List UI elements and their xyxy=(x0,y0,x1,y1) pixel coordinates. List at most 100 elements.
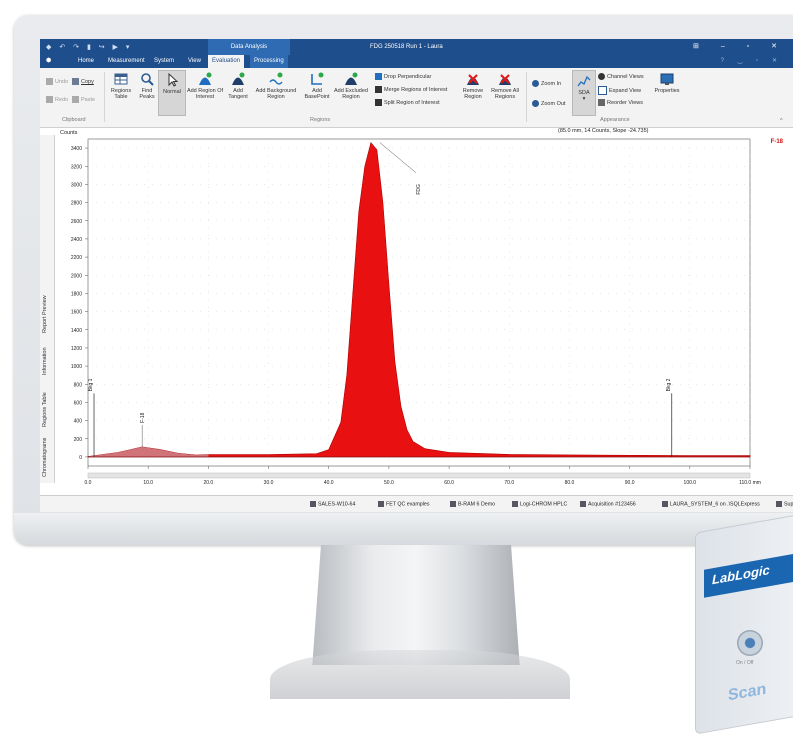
y-tick-label: 600 xyxy=(74,400,83,406)
perpendicular-icon xyxy=(375,73,382,80)
tab-processing[interactable]: Processing xyxy=(250,55,288,68)
status-item: LAURA_SYSTEM_6 on .\SQLExpress xyxy=(662,501,760,507)
y-tick-label: 2400 xyxy=(71,237,82,243)
x-tick-label: 50.0 xyxy=(384,480,394,486)
redo-icon xyxy=(46,96,53,103)
y-tick-label: 2800 xyxy=(71,201,82,207)
status-item-label: Acquisition #123456 xyxy=(588,501,636,508)
x-tick-label: 100.0 xyxy=(684,480,697,486)
status-item-label: Logi-CHROM HPLC xyxy=(520,501,568,508)
hplc-icon xyxy=(512,501,518,507)
monitor-stand xyxy=(312,545,520,665)
cursor-arrow-icon xyxy=(168,73,179,87)
merge-icon xyxy=(375,86,382,93)
x-tick-label: 80.0 xyxy=(565,480,575,486)
y-tick-label: 3200 xyxy=(71,164,82,170)
user-icon xyxy=(776,501,782,507)
database-icon xyxy=(662,501,668,507)
status-item: Super User xyxy=(776,501,793,507)
y-tick-label: 1800 xyxy=(71,291,82,297)
reorder-icon xyxy=(598,99,605,106)
tab-system[interactable]: System xyxy=(154,55,174,68)
add-excluded-button[interactable]: Add Excluded Region xyxy=(333,72,369,101)
add-basepoint-button[interactable]: Add BasePoint xyxy=(302,72,332,101)
title-bar: ◆ ↶ ↷ ▮ ↪ ▶ ▾ Data Analysis FDG 250518 R… xyxy=(40,39,793,55)
tab-home[interactable]: Home xyxy=(78,55,94,68)
x-tick-label: 20.0 xyxy=(203,480,213,486)
channel-views-button[interactable]: Channel Views xyxy=(598,73,644,80)
window-title: FDG 250518 Run 1 - Laura xyxy=(370,44,443,50)
context-tab-label: Data Analysis xyxy=(208,39,290,55)
status-item: B-RAM 6 Demo xyxy=(450,501,495,507)
basepoint-icon xyxy=(311,72,324,85)
undo-button[interactable]: Undo xyxy=(46,78,68,85)
computer-icon xyxy=(310,501,316,507)
detector-icon xyxy=(450,501,456,507)
copy-button[interactable]: Copy xyxy=(72,78,94,85)
background-icon xyxy=(269,72,283,85)
side-tab-information[interactable]: Information xyxy=(42,347,48,375)
window-controls[interactable]: ⊞ – ▫ ✕ xyxy=(693,39,787,55)
x-tick-label: 30.0 xyxy=(264,480,274,486)
y-tick-label: 3000 xyxy=(71,182,82,188)
status-item: Logi-CHROM HPLC xyxy=(512,501,567,507)
app-menu-icon[interactable]: ⬢ xyxy=(46,55,51,68)
properties-button[interactable]: Properties xyxy=(652,72,682,94)
side-tab-report-preview[interactable]: Report Preview xyxy=(42,295,48,333)
status-item-label: B-RAM 6 Demo xyxy=(458,501,496,508)
zoom-in-button[interactable]: Zoom In xyxy=(532,80,561,87)
help-icons[interactable]: ? ‿ ▫ ✕ xyxy=(721,55,783,68)
y-tick-label: 1200 xyxy=(71,346,82,352)
zoom-out-icon xyxy=(532,100,539,107)
x-tick-label: 10.0 xyxy=(143,480,153,486)
zoom-in-icon xyxy=(532,80,539,87)
expand-view-button[interactable]: Expand View xyxy=(598,86,641,95)
quick-access-toolbar[interactable]: ◆ ↶ ↷ ▮ ↪ ▶ ▾ xyxy=(46,43,132,51)
y-tick-label: 2200 xyxy=(71,255,82,261)
drop-perpendicular-button[interactable]: Drop Perpendicular xyxy=(375,73,431,80)
channel-views-icon xyxy=(598,73,605,80)
merge-roi-button[interactable]: Merge Regions of Interest xyxy=(375,86,447,93)
acquisition-icon xyxy=(580,501,586,507)
paste-button[interactable]: Paste xyxy=(72,96,95,103)
add-background-button[interactable]: Add Background Region xyxy=(252,72,300,101)
horizontal-scrollbar[interactable] xyxy=(87,472,751,479)
remove-all-regions-button[interactable]: Remove All Regions xyxy=(490,72,520,101)
normal-mode-button[interactable]: Normal xyxy=(158,70,186,116)
remove-region-button[interactable]: Remove Region xyxy=(460,72,486,101)
paste-icon xyxy=(72,96,79,103)
folder-icon xyxy=(378,501,384,507)
zoom-out-button[interactable]: Zoom Out xyxy=(532,100,565,107)
tab-evaluation[interactable]: Evaluation xyxy=(208,55,245,68)
side-tab-regions-table[interactable]: Regions Table xyxy=(42,392,48,427)
cursor-readout: (85.0 mm, 14 Counts, Slope -24.735) xyxy=(558,128,649,134)
y-tick-label: 3400 xyxy=(71,146,82,152)
magnifier-icon xyxy=(141,73,154,86)
add-tangent-button[interactable]: Add Tangent xyxy=(225,72,251,101)
y-tick-label: 800 xyxy=(74,382,83,388)
x-tick-label: 0.0 xyxy=(85,480,92,486)
sda-button[interactable]: SDA ▾ xyxy=(572,70,596,116)
table-icon xyxy=(114,73,128,85)
split-roi-button[interactable]: Split Region of Interest xyxy=(375,99,440,106)
reorder-views-button[interactable]: Reorder Views xyxy=(598,99,643,106)
side-tab-chromatograms[interactable]: Chromatograms xyxy=(42,438,48,477)
regions-table-button[interactable]: Regions Table xyxy=(106,72,136,101)
power-label: On / Off xyxy=(736,660,754,666)
tab-view[interactable]: View xyxy=(188,55,201,68)
add-roi-button[interactable]: Add Region Of Interest xyxy=(186,72,224,101)
redo-button[interactable]: Redo xyxy=(46,96,68,103)
copy-icon xyxy=(72,78,79,85)
status-item: Acquisition #123456 xyxy=(580,501,636,507)
status-item: SALES-W10-64 xyxy=(310,501,355,507)
x-tick-label: 110.0 mm xyxy=(739,480,761,486)
y-tick-label: 1400 xyxy=(71,328,82,334)
collapse-ribbon-icon[interactable]: ^ xyxy=(780,118,783,124)
chromatogram-chart[interactable]: 0 200 400 600 800 1000 1200 1400 1600 1800 2000 220… xyxy=(56,135,791,493)
remove-all-icon xyxy=(499,74,511,85)
ribbon: Undo Copy Redo Paste Clipboard Regions T… xyxy=(40,68,793,128)
find-peaks-button[interactable]: Find Peaks xyxy=(136,72,158,101)
expand-icon xyxy=(598,86,607,95)
tab-measurement[interactable]: Measurement xyxy=(108,55,145,68)
properties-icon xyxy=(660,73,674,85)
